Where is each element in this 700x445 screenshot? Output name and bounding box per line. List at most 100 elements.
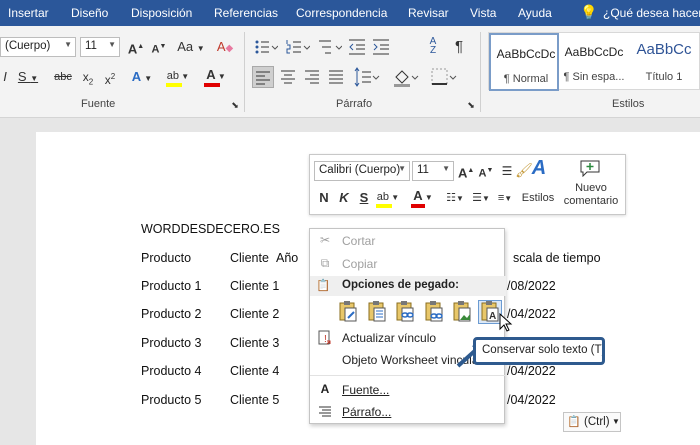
table-row-product: Producto 5 — [141, 393, 202, 407]
style-heading-1[interactable]: AaBbCc Título 1 — [629, 33, 699, 91]
font-color-icon[interactable]: A ▼ — [410, 187, 436, 209]
change-case-icon[interactable]: Aa ▼ — [176, 38, 206, 58]
line-spacing-icon[interactable] — [352, 67, 380, 87]
superscript-icon[interactable]: x2 — [102, 68, 118, 89]
tab-diseno[interactable]: Diseño — [71, 6, 108, 20]
list-styles-icon[interactable]: ☰ — [500, 162, 514, 180]
strikethrough-icon[interactable]: abc — [52, 68, 74, 86]
paste-merge-format-button[interactable] — [365, 300, 389, 324]
svg-text:A: A — [489, 311, 496, 322]
paragraph-icon — [316, 404, 334, 420]
numbering-icon[interactable]: ☰▼ — [470, 189, 492, 208]
style-normal[interactable]: AaBbCcDc ¶ Normal — [489, 33, 559, 91]
document-title: WORDDESDECERO.ES — [141, 222, 280, 236]
svg-text:!: ! — [324, 334, 327, 345]
paste-merge-icon — [368, 301, 386, 322]
borders-icon[interactable] — [430, 67, 458, 87]
tab-insertar[interactable]: Insertar — [8, 6, 49, 20]
table-header-year: Año — [276, 251, 299, 265]
shrink-font-icon[interactable]: A▼ — [150, 38, 168, 59]
subscript-icon[interactable]: x2 — [80, 68, 96, 91]
ribbon-separator — [244, 32, 245, 112]
tab-revisar[interactable]: Revisar — [408, 6, 449, 20]
styles-label[interactable]: Estilos — [518, 189, 558, 207]
tab-referencias[interactable]: Referencias — [214, 6, 278, 20]
shrink-font-icon[interactable]: A▼ — [478, 162, 494, 183]
menu-item-cut[interactable]: ✂ Cortar — [310, 230, 506, 252]
align-center-icon[interactable] — [278, 67, 298, 87]
paste-link-merge-button[interactable] — [422, 300, 446, 324]
table-row-date: /08/2022 — [507, 279, 556, 293]
styles-gallery[interactable]: AaBbCcDc ¶ Normal AaBbCcDc ¶ Sin espa...… — [488, 32, 700, 91]
underline-icon[interactable]: S — [358, 189, 370, 207]
grow-font-icon[interactable]: A▲ — [458, 162, 474, 182]
paste-keep-source-format-button[interactable] — [336, 300, 360, 324]
italic-icon[interactable]: I — [0, 68, 10, 86]
paste-options-ctrl-button[interactable]: 📋 (Ctrl) ▼ — [563, 412, 621, 432]
menu-item-copy[interactable]: ⧉ Copiar — [310, 253, 506, 275]
table-row-date: /04/2022 — [507, 307, 556, 321]
menu-separator — [310, 375, 506, 376]
new-comment-label-2[interactable]: comentario — [560, 195, 622, 208]
sort-icon[interactable]: AZ — [424, 37, 442, 56]
ribbon: (Cuerpo) ▼ 11 ▼ A▲ A▼ Aa ▼ A◆ I S ▼ abc x2… — [0, 26, 700, 118]
paragraph-style-icon[interactable]: ≡▼ — [494, 189, 516, 208]
highlight-color-icon[interactable]: ab ▼ — [164, 66, 192, 88]
bullets-icon[interactable]: ☷▼ — [444, 189, 466, 208]
multilevel-list-icon[interactable] — [318, 38, 342, 56]
tab-disposicion[interactable]: Disposición — [131, 6, 192, 20]
italic-icon[interactable]: K — [338, 189, 350, 207]
pilcrow-icon[interactable]: ¶ — [452, 38, 466, 56]
underline-icon[interactable]: S ▼ — [16, 68, 40, 88]
mini-font-size-combo[interactable]: 11 ▼ — [412, 161, 454, 181]
mini-toolbar: Calibri (Cuerpo) ▼ 11 ▼ A▲ A▼ ☰ 🖌 N K S ab… — [309, 154, 626, 215]
ribbon-tab-bar: Insertar Diseño Disposición Referencias … — [0, 0, 700, 26]
table-row-client: Cliente 3 — [230, 336, 280, 350]
tell-me-search[interactable]: ¿Qué desea hacer? — [603, 6, 700, 20]
table-row-client: Cliente 4 — [230, 364, 280, 378]
font-name-combo[interactable]: (Cuerpo) ▼ — [0, 37, 76, 57]
tab-ayuda[interactable]: Ayuda — [518, 6, 552, 20]
tab-correspondencia[interactable]: Correspondencia — [296, 6, 387, 20]
decrease-indent-icon[interactable] — [348, 38, 366, 56]
bold-icon[interactable]: N — [318, 189, 330, 207]
clear-format-icon[interactable]: A◆ — [216, 38, 234, 58]
table-row-product: Producto 1 — [141, 279, 202, 293]
new-comment-icon[interactable] — [578, 159, 602, 177]
group-label-paragraph: Párrafo — [336, 98, 373, 110]
menu-item-font[interactable]: A Fuente... — [310, 379, 506, 401]
table-row-date: /04/2022 — [507, 393, 556, 407]
highlight-color-icon[interactable]: ab ▼ — [374, 187, 402, 209]
bullets-icon[interactable] — [254, 38, 278, 56]
font-color-icon[interactable]: A ▼ — [202, 66, 230, 88]
bullets-icon — [255, 40, 278, 54]
menu-item-paragraph[interactable]: Párrafo... — [310, 401, 506, 423]
justify-icon[interactable] — [326, 67, 346, 87]
scissors-icon: ✂ — [319, 233, 331, 247]
paste-link-keep-format-button[interactable] — [393, 300, 417, 324]
dialog-launcher-icon[interactable]: ⬊ — [466, 96, 476, 114]
increase-indent-icon[interactable] — [372, 38, 390, 56]
align-left-icon[interactable] — [252, 66, 274, 88]
shading-icon[interactable] — [392, 67, 420, 87]
style-no-spacing[interactable]: AaBbCcDc ¶ Sin espa... — [559, 33, 629, 91]
styles-icon[interactable]: A — [524, 158, 554, 185]
table-row-client: Cliente 2 — [230, 307, 280, 321]
dialog-launcher-icon[interactable]: ⬊ — [230, 96, 240, 114]
update-link-icon: ! — [316, 330, 334, 346]
mini-font-name-combo[interactable]: Calibri (Cuerpo) ▼ — [314, 161, 410, 181]
align-right-icon[interactable] — [302, 67, 322, 87]
group-label-font: Fuente — [81, 98, 116, 110]
clipboard-icon: 📋 — [316, 280, 331, 292]
chevron-down-icon: ▼ — [612, 417, 620, 426]
grow-font-icon[interactable]: A▲ — [127, 38, 145, 58]
lightbulb-icon[interactable]: 💡 — [580, 4, 597, 21]
new-comment-label[interactable]: Nuevo — [564, 182, 618, 195]
numbering-icon[interactable] — [286, 38, 310, 56]
table-header-timescale: scala de tiempo — [513, 251, 601, 265]
text-effects-icon[interactable]: A ▼ — [130, 68, 154, 88]
tab-vista[interactable]: Vista — [470, 6, 496, 20]
group-label-styles: Estilos — [612, 98, 645, 110]
font-size-combo[interactable]: 11 ▼ — [80, 37, 120, 57]
clipboard-icon: 📋 — [567, 416, 581, 428]
